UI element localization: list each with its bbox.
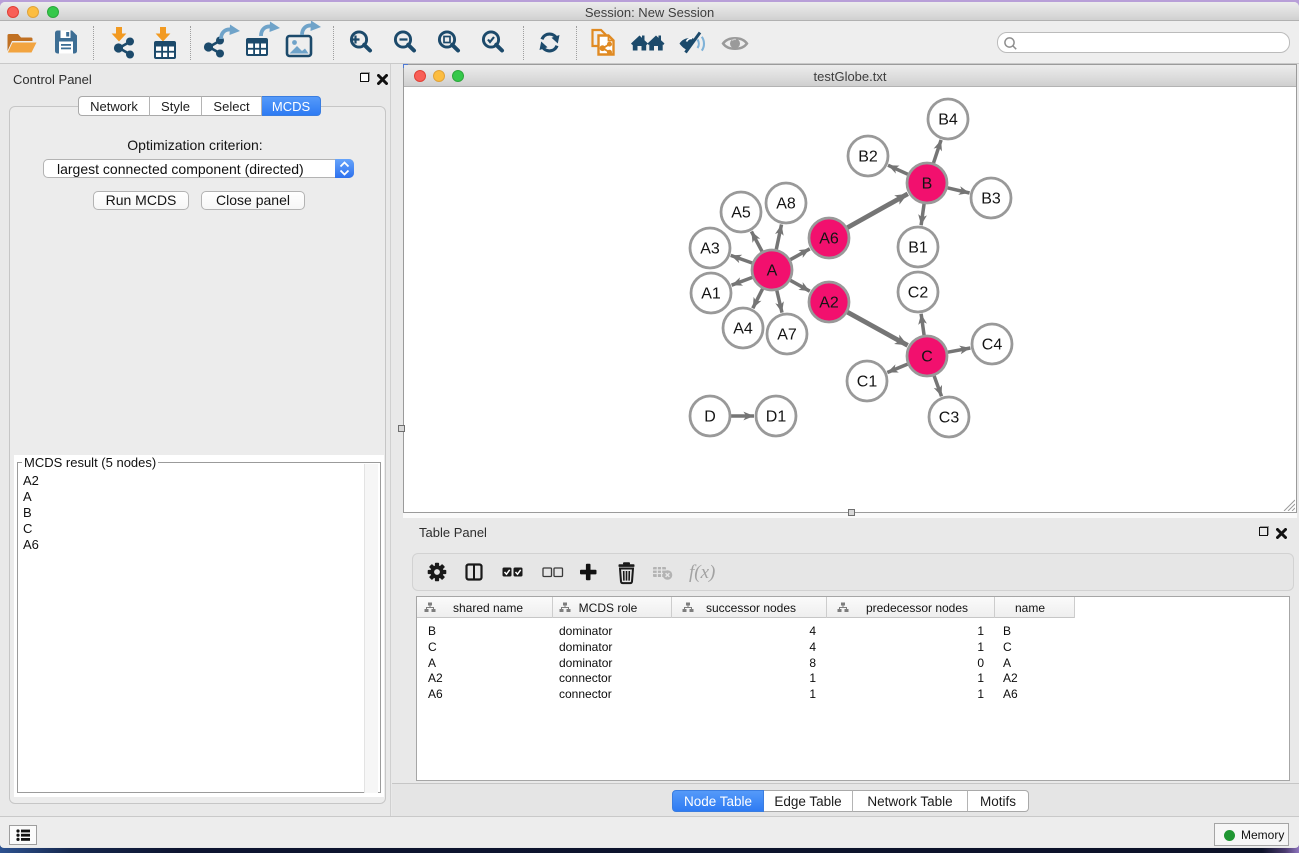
svg-text:A4: A4 xyxy=(733,321,753,338)
svg-text:A5: A5 xyxy=(731,205,751,222)
svg-text:B4: B4 xyxy=(938,112,958,129)
svg-text:A7: A7 xyxy=(777,327,797,344)
svg-text:A3: A3 xyxy=(700,241,720,258)
svg-text:C4: C4 xyxy=(982,337,1003,354)
svg-text:A: A xyxy=(767,263,778,280)
svg-text:A8: A8 xyxy=(776,196,796,213)
svg-text:D: D xyxy=(704,409,716,426)
svg-text:C3: C3 xyxy=(939,410,960,427)
svg-text:A6: A6 xyxy=(819,231,839,248)
svg-text:A1: A1 xyxy=(701,286,721,303)
svg-text:B3: B3 xyxy=(981,191,1001,208)
svg-text:A2: A2 xyxy=(819,295,839,312)
svg-text:C1: C1 xyxy=(857,374,878,391)
svg-text:B2: B2 xyxy=(858,149,878,166)
svg-text:D1: D1 xyxy=(766,409,787,426)
svg-text:B1: B1 xyxy=(908,240,928,257)
svg-text:C: C xyxy=(921,349,933,366)
svg-text:f(x): f(x) xyxy=(689,562,715,583)
svg-text:C2: C2 xyxy=(908,285,929,302)
svg-text:B: B xyxy=(922,176,933,193)
